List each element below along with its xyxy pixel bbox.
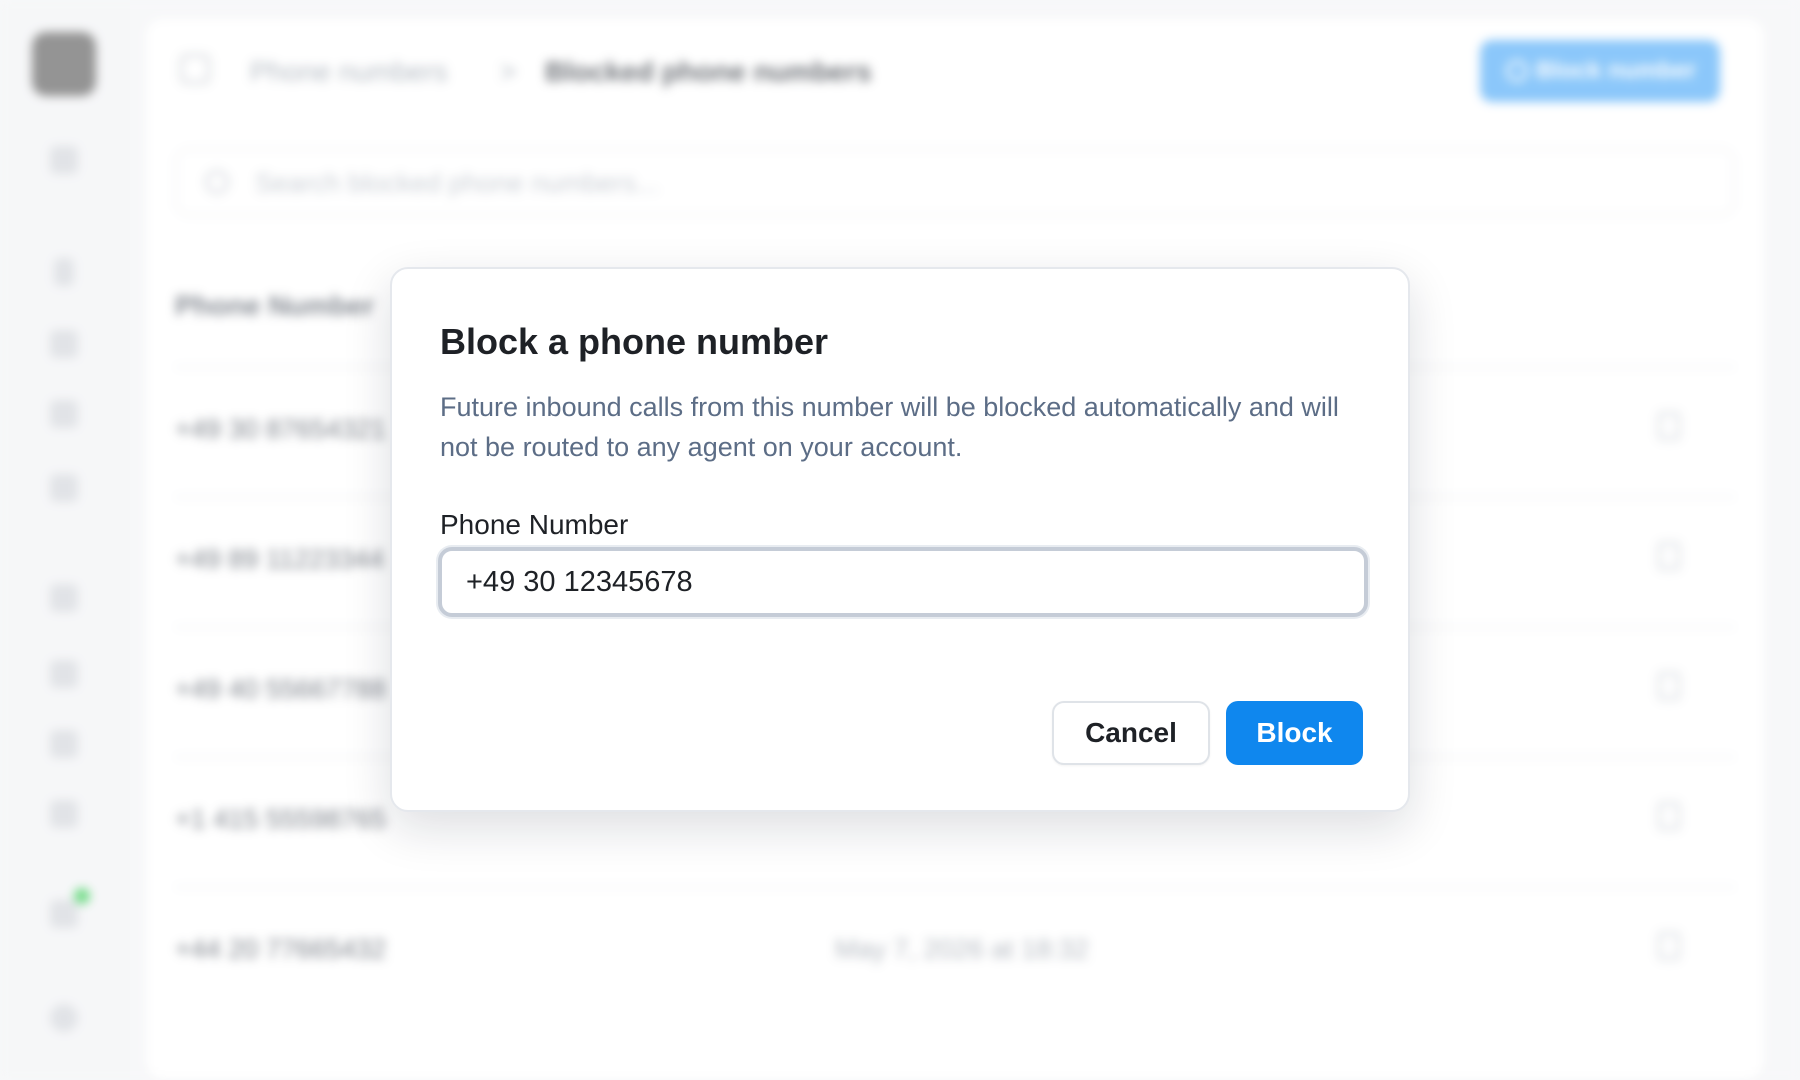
phone-number-input[interactable] xyxy=(438,547,1368,617)
phone-number-label: Phone Number xyxy=(440,509,629,540)
dialog-description: Future inbound calls from this number wi… xyxy=(440,392,1339,462)
cancel-button[interactable]: Cancel xyxy=(1052,701,1210,765)
block-button[interactable]: Block xyxy=(1226,701,1363,765)
dialog-title: Block a phone number xyxy=(440,321,829,362)
block-phone-dialog: Block a phone number Future inbound call… xyxy=(390,267,1410,812)
